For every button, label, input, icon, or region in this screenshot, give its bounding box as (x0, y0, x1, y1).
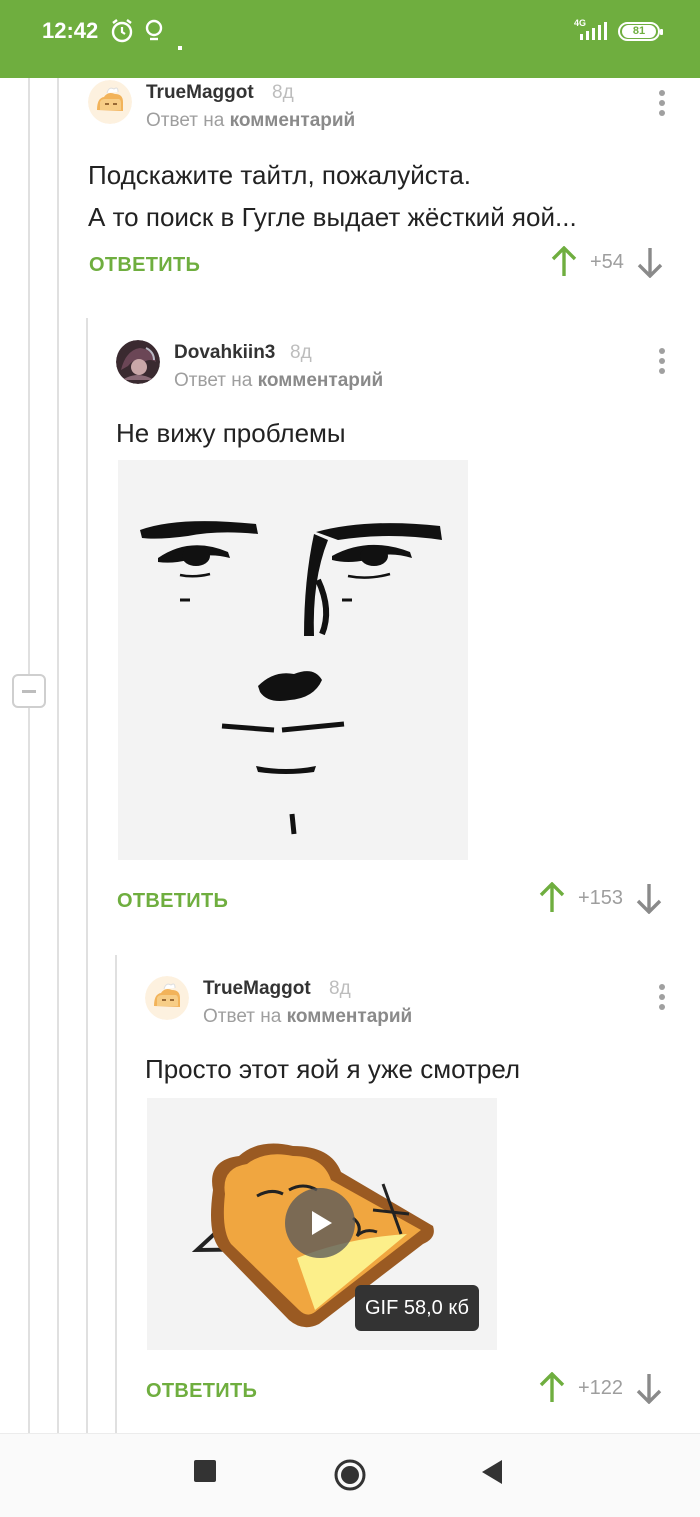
status-time: 12:42 (42, 18, 99, 43)
comment-score: +153 (578, 886, 624, 909)
home-circle-icon[interactable] (333, 1458, 367, 1492)
thread-line (86, 318, 88, 1433)
reply-prefix: Ответ на (203, 1006, 282, 1027)
downvote-arrow-icon[interactable] (635, 882, 663, 914)
upvote-arrow-icon[interactable] (538, 1372, 566, 1404)
toast-avatar-icon (88, 80, 132, 124)
comment-time: 8д (290, 342, 312, 363)
downvote-arrow-icon[interactable] (635, 1372, 663, 1404)
reply-to-line[interactable]: Ответ на комментарий (174, 370, 383, 392)
comment-text-line: А то поиск в Гугле выдает жёсткий яой... (88, 202, 577, 232)
thread-line (28, 708, 30, 1433)
comment-author[interactable]: TrueMaggot (203, 978, 311, 1000)
notification-dot (178, 46, 182, 50)
gif-size-badge: GIF 58,0 кб (355, 1285, 479, 1331)
reply-target-link[interactable]: комментарий (230, 110, 356, 131)
thread-line (57, 78, 59, 1433)
comment-gif[interactable]: GIF 58,0 кб (147, 1098, 497, 1350)
status-bar: 12:42 4G 81 (0, 0, 700, 78)
upvote-arrow-icon[interactable] (538, 882, 566, 914)
vote-control: +54 (550, 246, 664, 278)
comment: TrueMaggot 8д Ответ на комментарий Прост… (145, 976, 688, 1416)
reply-prefix: Ответ на (146, 110, 225, 131)
comment-text-line: Подскажите тайтл, пожалуйста. (88, 160, 472, 190)
location-icon (145, 19, 163, 41)
comment-text-line: Не вижу проблемы (116, 418, 346, 448)
back-triangle-icon[interactable] (482, 1460, 504, 1484)
upvote-arrow-icon[interactable] (550, 246, 578, 278)
reply-target-link[interactable]: комментарий (258, 370, 384, 391)
comment-score: +54 (590, 250, 624, 273)
toast-avatar-icon (145, 976, 189, 1020)
comment-image[interactable] (118, 460, 468, 860)
comment-score: +122 (578, 1376, 624, 1399)
vote-control: +153 (538, 882, 663, 914)
comment: TrueMaggot 8д Ответ на комментарий Подск… (88, 80, 688, 290)
signal-icon (580, 22, 607, 40)
meme-face-image (118, 460, 468, 860)
character-avatar-icon (116, 340, 160, 384)
alarm-icon (111, 19, 133, 43)
reply-prefix: Ответ на (174, 370, 253, 391)
more-options-icon[interactable] (652, 982, 672, 1012)
vote-control: +122 (538, 1372, 663, 1404)
avatar[interactable] (145, 976, 189, 1020)
battery-icon: 81 (618, 22, 663, 41)
reply-to-line[interactable]: Ответ на комментарий (146, 110, 355, 132)
collapse-thread-button[interactable] (12, 674, 46, 708)
thread-line (115, 955, 117, 1433)
reply-button[interactable]: ОТВЕТИТЬ (146, 1380, 257, 1403)
battery-level: 81 (622, 25, 656, 38)
more-options-icon[interactable] (652, 88, 672, 118)
comment-time: 8д (272, 82, 294, 103)
thread-line (28, 78, 30, 674)
comment-author[interactable]: Dovahkiin3 (174, 342, 275, 364)
reply-button[interactable]: ОТВЕТИТЬ (89, 254, 200, 277)
comment-time: 8д (329, 978, 351, 999)
avatar[interactable] (88, 80, 132, 124)
comment-author[interactable]: TrueMaggot (146, 82, 254, 104)
comment: Dovahkiin3 8д Ответ на комментарий Не ви… (116, 340, 688, 930)
downvote-arrow-icon[interactable] (636, 246, 664, 278)
avatar[interactable] (116, 340, 160, 384)
system-nav-bar (0, 1433, 700, 1517)
play-icon[interactable] (285, 1188, 355, 1258)
recents-square-icon[interactable] (194, 1460, 216, 1482)
more-options-icon[interactable] (652, 346, 672, 376)
comment-text-line: Просто этот яой я уже смотрел (145, 1054, 521, 1084)
reply-to-line[interactable]: Ответ на комментарий (203, 1006, 412, 1028)
reply-button[interactable]: ОТВЕТИТЬ (117, 890, 228, 913)
reply-target-link[interactable]: комментарий (287, 1006, 413, 1027)
